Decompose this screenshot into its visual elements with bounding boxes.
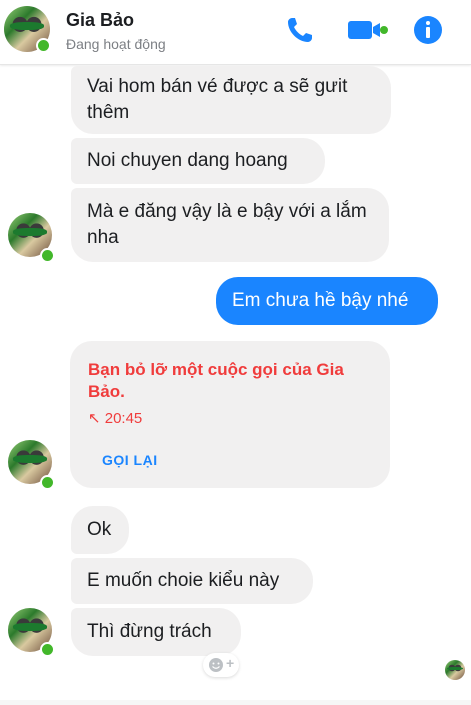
online-status-dot: [40, 475, 55, 490]
online-status-dot: [40, 248, 55, 263]
add-reaction-plus: +: [226, 655, 235, 671]
conversation-header: Gia Bảo Đang hoạt động: [0, 0, 471, 65]
contact-status: Đang hoạt động: [66, 36, 166, 52]
missed-call-card[interactable]: Bạn bỏ lỡ một cuộc gọi của Gia Bảo. ↖ 20…: [70, 341, 390, 488]
message-bubble-incoming[interactable]: Mà e đăng vậy là e bậy với a lắm nha: [71, 188, 389, 262]
online-status-dot: [40, 642, 55, 657]
video-call-icon[interactable]: [346, 14, 388, 46]
seen-by-avatar: [445, 660, 465, 680]
message-bubble-incoming[interactable]: Vai hom bán vé được a sẽ gưit thêm: [71, 66, 391, 134]
phone-icon[interactable]: [284, 14, 316, 46]
composer-edge: [0, 700, 471, 705]
info-icon[interactable]: [412, 14, 444, 46]
message-bubble-incoming[interactable]: Ok: [71, 506, 129, 554]
avatar-glasses-detail: [13, 454, 47, 463]
add-reaction-button[interactable]: +: [203, 653, 239, 677]
message-bubble-outgoing[interactable]: Em chưa hề bậy nhé: [216, 277, 438, 325]
online-status-dot: [36, 38, 51, 53]
avatar-glasses-detail: [13, 227, 47, 236]
contact-name[interactable]: Gia Bảo: [66, 10, 134, 31]
missed-call-text: Bạn bỏ lỡ một cuộc gọi của Gia Bảo.: [88, 360, 344, 401]
call-back-button[interactable]: GỌI LẠI: [102, 452, 158, 468]
avatar-glasses-detail: [13, 622, 47, 631]
message-bubble-incoming[interactable]: E muốn choie kiểu này: [71, 558, 313, 604]
message-bubble-incoming[interactable]: Thì đừng trách: [71, 608, 241, 656]
message-bubble-incoming[interactable]: Noi chuyen dang hoang: [71, 138, 325, 184]
missed-call-time: ↖ 20:45: [88, 410, 143, 427]
avatar-glasses-detail: [9, 21, 45, 30]
avatar-glasses-detail: [447, 666, 463, 671]
